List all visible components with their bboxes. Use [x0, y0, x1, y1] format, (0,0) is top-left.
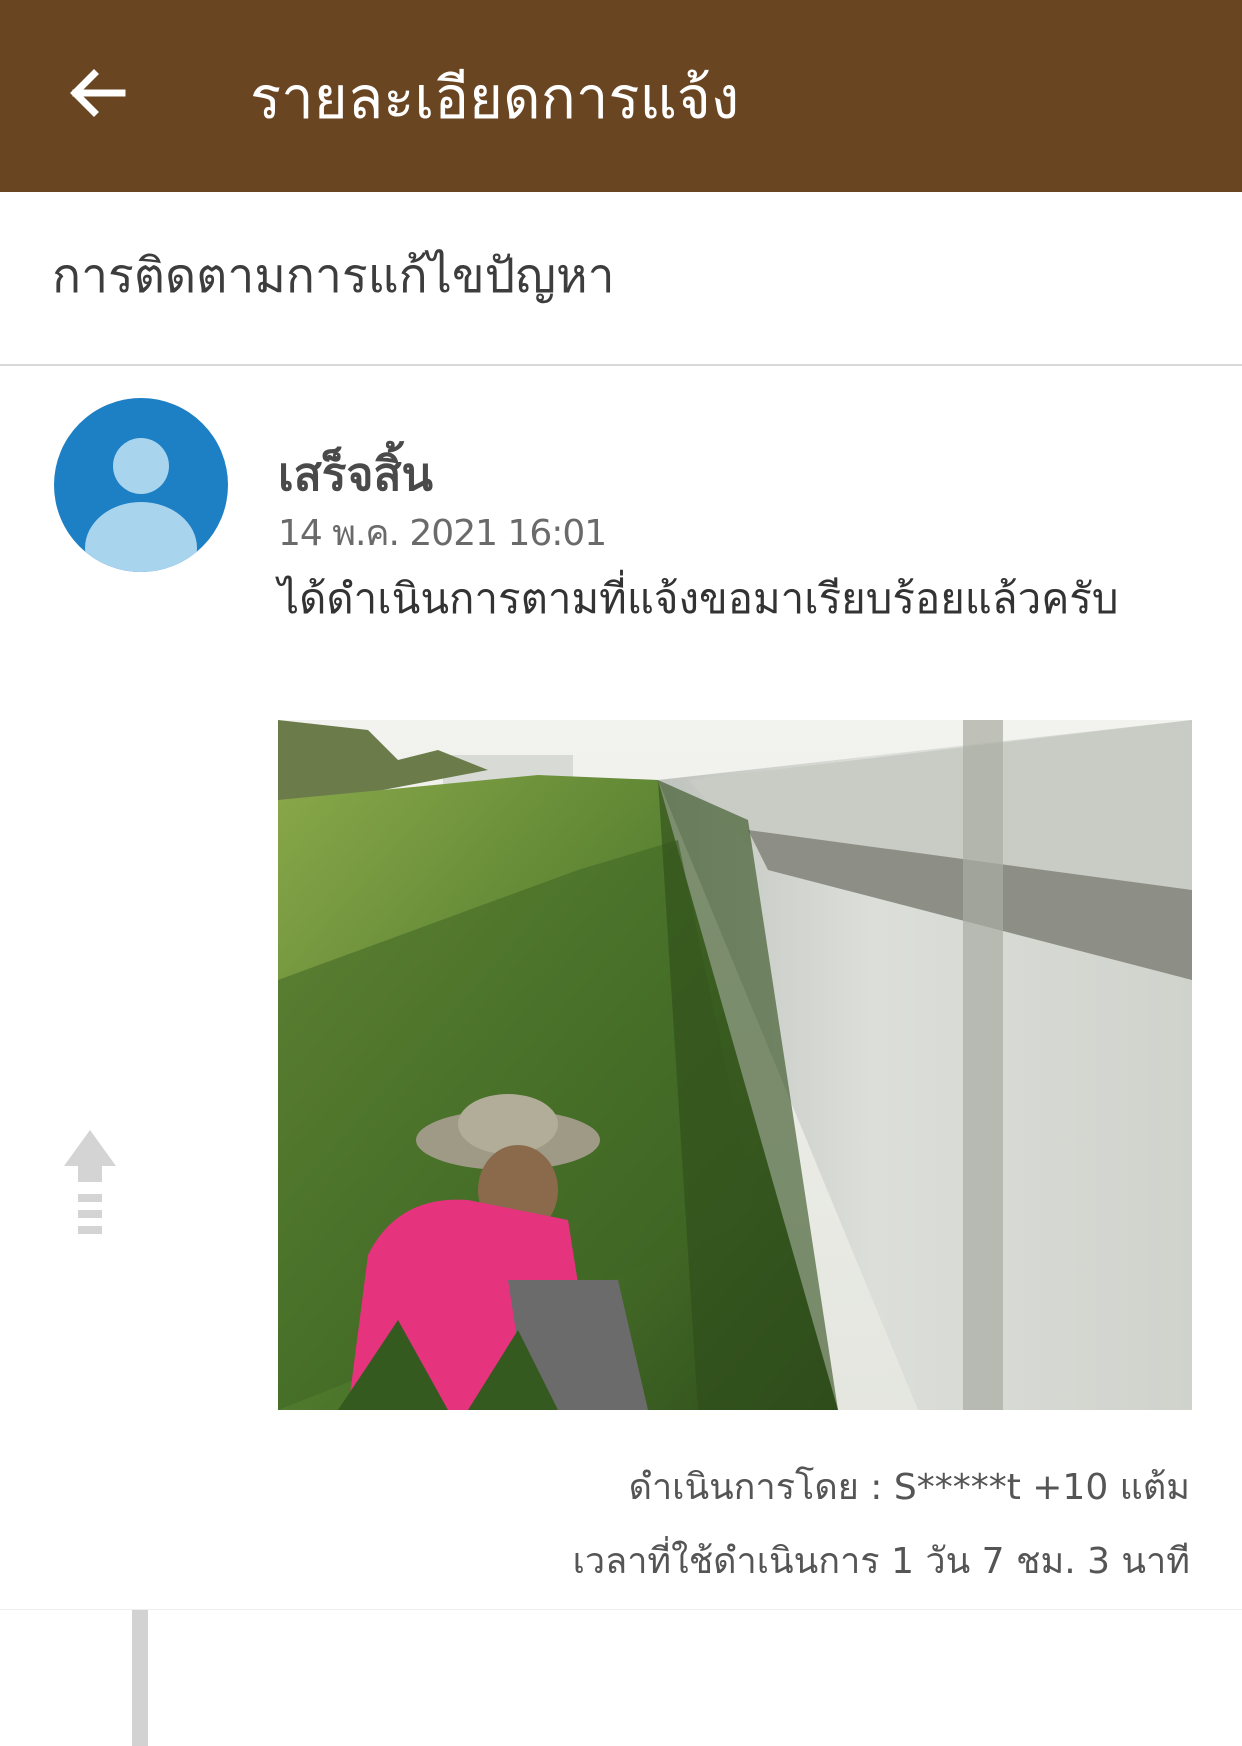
app-bar: รายละเอียดการแจ้ง [0, 0, 1242, 192]
page-title: รายละเอียดการแจ้ง [250, 64, 740, 132]
evidence-photo[interactable] [278, 720, 1192, 1410]
timeline: เสร็จสิ้น 14 พ.ค. 2021 16:01 ได้ดำเนินกา… [0, 366, 1242, 1746]
status-label: เสร็จสิ้น [278, 447, 433, 501]
section-title: การติดตามการแก้ไขปัญหา [52, 248, 615, 304]
photo-image [278, 720, 1192, 1410]
arrow-left-icon [70, 69, 126, 117]
duration-info: เวลาที่ใช้ดำเนินการ 1 วัน 7 ชม. 3 นาที [572, 1541, 1190, 1582]
back-button[interactable] [62, 58, 132, 128]
person-icon [85, 438, 197, 572]
scroll-top-button[interactable] [60, 1126, 120, 1256]
timestamp: 14 พ.ค. 2021 16:01 [278, 513, 607, 554]
operator-info: ดำเนินการโดย : S*****t +10 แต้ม [628, 1467, 1190, 1508]
message-text: ได้ดำเนินการตามที่แจ้งขอมาเรียบร้อยแล้วค… [278, 574, 1119, 623]
avatar [54, 398, 228, 572]
timeline-entry: เสร็จสิ้น 14 พ.ค. 2021 16:01 ได้ดำเนินกา… [0, 384, 1242, 1610]
arrow-up-icon [64, 1130, 116, 1234]
section-header: การติดตามการแก้ไขปัญหา [0, 192, 1242, 366]
